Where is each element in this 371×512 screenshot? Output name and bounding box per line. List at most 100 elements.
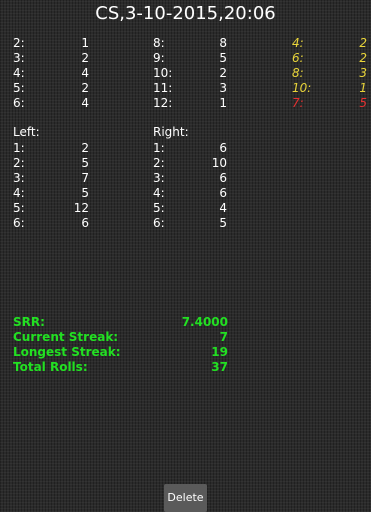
left-label: Left: (13, 125, 40, 139)
roll-count: 2 (219, 66, 227, 80)
stat-value: 19 (211, 345, 228, 359)
stat-label: SRR: (13, 315, 45, 329)
die-face: 3: (153, 171, 165, 185)
roll-count: 1 (81, 36, 89, 50)
roll-counts-8-to-12: 8: 8 9: 5 10: 2 11: 3 12: 1 (153, 36, 227, 111)
die-row: 2: 10 (153, 156, 227, 171)
roll-number: 10: (292, 81, 312, 95)
die-face: 1: (153, 141, 165, 155)
stat-row-total-rolls: Total Rolls: 37 (13, 360, 228, 375)
roll-number: 11: (153, 81, 173, 95)
roll-count: 2 (359, 36, 367, 50)
delete-button[interactable]: Delete (164, 484, 207, 512)
roll-number: 7: (292, 96, 304, 110)
die-count: 6 (81, 216, 89, 230)
roll-number: 8: (292, 66, 304, 80)
die-row: 1: 2 (13, 141, 89, 156)
roll-number: 6: (13, 96, 25, 110)
die-row: 3: 6 (153, 171, 227, 186)
count-row: 4: 2 (292, 36, 367, 51)
die-face: 4: (153, 186, 165, 200)
die-row: 5: 4 (153, 201, 227, 216)
stat-row-current-streak: Current Streak: 7 (13, 330, 228, 345)
roll-number: 6: (292, 51, 304, 65)
left-die-counts: Left: 1: 2 2: 5 3: 7 4: 5 5: 12 6: 6 (13, 125, 89, 231)
count-row: 4: 4 (13, 66, 89, 81)
roll-counts-2-to-6: 2: 1 3: 2 4: 4 5: 2 6: 4 (13, 36, 89, 111)
die-face: 5: (13, 201, 25, 215)
roll-count: 2 (81, 81, 89, 95)
count-row: 12: 1 (153, 96, 227, 111)
die-face: 5: (153, 201, 165, 215)
stat-value: 7 (219, 330, 228, 344)
die-face: 2: (153, 156, 165, 170)
count-row: 6: 4 (13, 96, 89, 111)
roll-count: 4 (81, 96, 89, 110)
special-roll-counts: 4: 2 6: 2 8: 3 10: 1 7: 5 (292, 36, 367, 111)
roll-count: 4 (81, 66, 89, 80)
roll-count: 8 (219, 36, 227, 50)
count-row: 7: 5 (292, 96, 367, 111)
session-title: CS,3-10-2015,20:06 (95, 3, 276, 24)
die-row: 3: 7 (13, 171, 89, 186)
count-row: 8: 8 (153, 36, 227, 51)
die-face: 1: (13, 141, 25, 155)
roll-number: 9: (153, 51, 165, 65)
roll-number: 8: (153, 36, 165, 50)
die-row: 4: 6 (153, 186, 227, 201)
die-count: 6 (219, 141, 227, 155)
die-row: 4: 5 (13, 186, 89, 201)
roll-number: 12: (153, 96, 173, 110)
die-count: 4 (219, 201, 227, 215)
roll-number: 10: (153, 66, 173, 80)
stat-label: Current Streak: (13, 330, 119, 344)
roll-count: 3 (219, 81, 227, 95)
die-count: 6 (219, 171, 227, 185)
die-row: 6: 6 (13, 216, 89, 231)
roll-count: 1 (219, 96, 227, 110)
die-row: 5: 12 (13, 201, 89, 216)
die-count: 12 (73, 201, 89, 215)
session-stats: SRR: 7.4000 Current Streak: 7 Longest Stre… (13, 315, 228, 375)
die-row: 2: 5 (13, 156, 89, 171)
count-row: 8: 3 (292, 66, 367, 81)
count-row: 10: 1 (292, 81, 367, 96)
count-row: 9: 5 (153, 51, 227, 66)
stat-label: Total Rolls: (13, 360, 88, 374)
roll-number: 5: (13, 81, 25, 95)
roll-number: 2: (13, 36, 25, 50)
count-row: 6: 2 (292, 51, 367, 66)
die-count: 5 (219, 216, 227, 230)
right-die-counts: Right: 1: 6 2: 10 3: 6 4: 6 5: 4 6: 5 (153, 125, 227, 231)
roll-count: 1 (359, 81, 367, 95)
die-face: 6: (13, 216, 25, 230)
die-face: 4: (13, 186, 25, 200)
count-row: 2: 1 (13, 36, 89, 51)
count-row: 10: 2 (153, 66, 227, 81)
roll-count: 2 (81, 51, 89, 65)
die-count: 6 (219, 186, 227, 200)
roll-count: 2 (359, 51, 367, 65)
roll-count: 3 (359, 66, 367, 80)
die-count: 7 (81, 171, 89, 185)
die-face: 6: (153, 216, 165, 230)
roll-count: 5 (359, 96, 367, 110)
stat-value: 7.4000 (181, 315, 228, 329)
count-row: 3: 2 (13, 51, 89, 66)
die-count: 2 (81, 141, 89, 155)
stat-value: 37 (211, 360, 228, 374)
die-count: 5 (81, 156, 89, 170)
die-count: 10 (211, 156, 227, 170)
count-row: 5: 2 (13, 81, 89, 96)
die-row: 6: 5 (153, 216, 227, 231)
die-count: 5 (81, 186, 89, 200)
stat-row-srr: SRR: 7.4000 (13, 315, 228, 330)
die-face: 3: (13, 171, 25, 185)
roll-number: 3: (13, 51, 25, 65)
roll-number: 4: (292, 36, 304, 50)
stat-row-longest-streak: Longest Streak: 19 (13, 345, 228, 360)
die-face: 2: (13, 156, 25, 170)
die-row: 1: 6 (153, 141, 227, 156)
count-row: 11: 3 (153, 81, 227, 96)
stat-label: Longest Streak: (13, 345, 121, 359)
